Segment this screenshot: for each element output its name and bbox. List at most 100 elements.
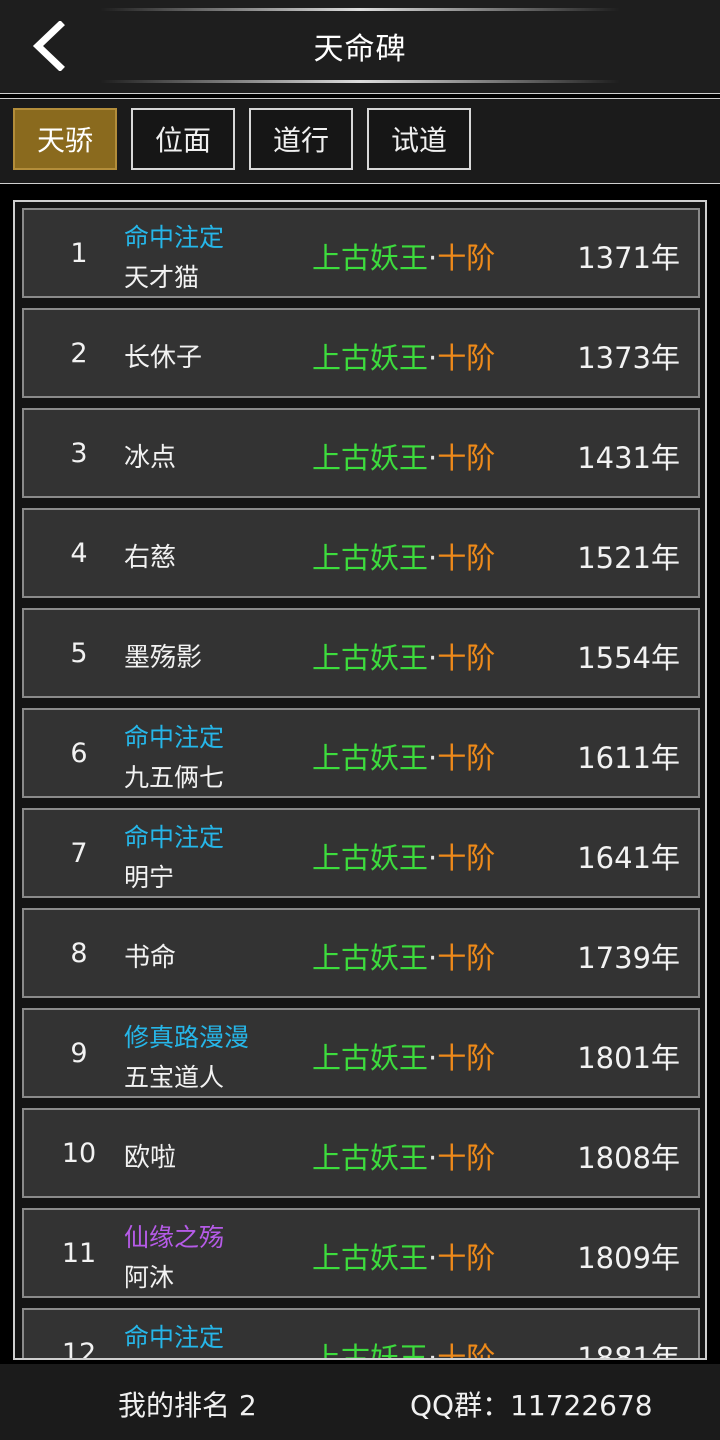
header-decor-line-bottom [100,80,620,83]
ranking-row[interactable]: 7 命中注定 明宁 上古妖王·十阶 1641年 [22,808,700,898]
realm-level: 上古妖王·十阶 [312,1235,495,1277]
realm-level: 上古妖王·十阶 [312,1135,495,1177]
player-info: 命中注定 [124,1310,304,1358]
rank-number: 10 [61,1137,97,1169]
player-info: 墨殇影 [124,610,304,696]
player-name: 阿沐 [124,1263,175,1292]
realm-name: 上古妖王 [312,641,429,675]
player-title: 命中注定 [124,223,225,252]
player-title: 命中注定 [124,723,225,752]
cultivation-years: 1554年 [577,641,680,675]
realm-name: 上古妖王 [312,1141,429,1175]
ranking-row[interactable]: 12 命中注定 上古妖王·十阶 1881年 [22,1308,700,1360]
realm-name: 上古妖王 [312,241,429,275]
ranking-row[interactable]: 1 命中注定 天才猫 上古妖王·十阶 1371年 [22,208,700,298]
cultivation-years: 1611年 [577,741,680,775]
player-name: 五宝道人 [124,1063,225,1092]
rank-number: 12 [61,1337,97,1360]
rank-number: 11 [61,1237,97,1269]
player-title: 修真路漫漫 [124,1023,250,1052]
player-name: 长休子 [124,343,203,373]
realm-separator: · [428,1241,438,1275]
realm-name: 上古妖王 [312,1241,429,1275]
ranking-row[interactable]: 3 冰点 上古妖王·十阶 1431年 [22,408,700,498]
realm-separator: · [428,941,438,975]
rank-number: 7 [70,837,88,869]
player-title: 命中注定 [124,823,225,852]
realm-name: 上古妖王 [312,941,429,975]
player-info: 仙缘之殇 阿沐 [124,1210,304,1296]
player-name: 右慈 [124,543,177,573]
realm-name: 上古妖王 [312,1341,429,1360]
player-title: 仙缘之殇 [124,1223,225,1252]
cultivation-years: 1881年 [577,1341,680,1360]
realm-level: 上古妖王·十阶 [312,835,495,877]
player-info: 修真路漫漫 五宝道人 [124,1010,304,1096]
player-info: 长休子 [124,310,304,396]
ranking-row[interactable]: 5 墨殇影 上古妖王·十阶 1554年 [22,608,700,698]
player-info: 冰点 [124,410,304,496]
ranking-row[interactable]: 10 欧啦 上古妖王·十阶 1808年 [22,1108,700,1198]
tab-daoxing[interactable]: 道行 [249,108,353,170]
footer-bar: 我的排名 2 QQ群：11722678 [0,1364,720,1440]
player-info: 书命 [124,910,304,996]
cultivation-years: 1801年 [577,1041,680,1075]
ranking-row[interactable]: 8 书命 上古妖王·十阶 1739年 [22,908,700,998]
ranking-row[interactable]: 2 长休子 上古妖王·十阶 1373年 [22,308,700,398]
realm-name: 上古妖王 [312,841,429,875]
realm-stage: 十阶 [437,1241,496,1275]
realm-separator: · [428,341,438,375]
player-name: 欧啦 [124,1143,177,1173]
tab-weimian[interactable]: 位面 [131,108,235,170]
realm-stage: 十阶 [437,941,496,975]
cultivation-years: 1371年 [577,241,680,275]
realm-stage: 十阶 [437,1041,496,1075]
page-title: 天命碑 [313,32,407,67]
realm-level: 上古妖王·十阶 [312,935,495,977]
realm-stage: 十阶 [437,441,496,475]
realm-separator: · [428,1141,438,1175]
ranking-row[interactable]: 4 右慈 上古妖王·十阶 1521年 [22,508,700,598]
cultivation-years: 1808年 [577,1141,680,1175]
rank-number: 3 [70,437,88,469]
player-name: 墨殇影 [124,643,203,673]
player-name: 书命 [124,943,177,973]
ranking-row[interactable]: 6 命中注定 九五俩七 上古妖王·十阶 1611年 [22,708,700,798]
realm-stage: 十阶 [437,741,496,775]
tab-shidao[interactable]: 试道 [367,108,471,170]
realm-stage: 十阶 [437,641,496,675]
rank-number: 9 [70,1037,88,1069]
realm-stage: 十阶 [437,541,496,575]
player-info: 命中注定 天才猫 [124,210,304,296]
realm-level: 上古妖王·十阶 [312,535,495,577]
realm-separator: · [428,241,438,275]
rank-number: 5 [70,637,88,669]
ranking-row[interactable]: 11 仙缘之殇 阿沐 上古妖王·十阶 1809年 [22,1208,700,1298]
cultivation-years: 1521年 [577,541,680,575]
ranking-row[interactable]: 9 修真路漫漫 五宝道人 上古妖王·十阶 1801年 [22,1008,700,1098]
realm-level: 上古妖王·十阶 [312,1335,496,1360]
header-decor-line-top [100,8,620,11]
realm-stage: 十阶 [437,1341,496,1360]
realm-level: 上古妖王·十阶 [312,1035,495,1077]
rank-number: 4 [70,537,88,569]
realm-level: 上古妖王·十阶 [312,435,495,477]
player-name: 天才猫 [124,263,200,292]
realm-level: 上古妖王·十阶 [312,235,495,277]
rank-number: 1 [70,237,88,269]
ranking-list[interactable]: 1 命中注定 天才猫 上古妖王·十阶 1371年 2 长休子 上古妖王·十阶 1373年 3 冰点上… [13,200,707,1360]
realm-level: 上古妖王·十阶 [312,735,495,777]
cultivation-years: 1739年 [577,941,680,975]
header-bar: 天命碑 [0,0,720,94]
player-name: 明宁 [124,863,175,892]
realm-name: 上古妖王 [312,541,429,575]
tab-tianjiao[interactable]: 天骄 [13,108,117,170]
realm-name: 上古妖王 [312,441,429,475]
player-info: 命中注定 明宁 [124,810,304,896]
player-info: 右慈 [124,510,304,596]
realm-level: 上古妖王·十阶 [312,335,495,377]
realm-stage: 十阶 [437,341,496,375]
realm-stage: 十阶 [437,1141,496,1175]
cultivation-years: 1431年 [577,441,680,475]
realm-separator: · [428,441,438,475]
